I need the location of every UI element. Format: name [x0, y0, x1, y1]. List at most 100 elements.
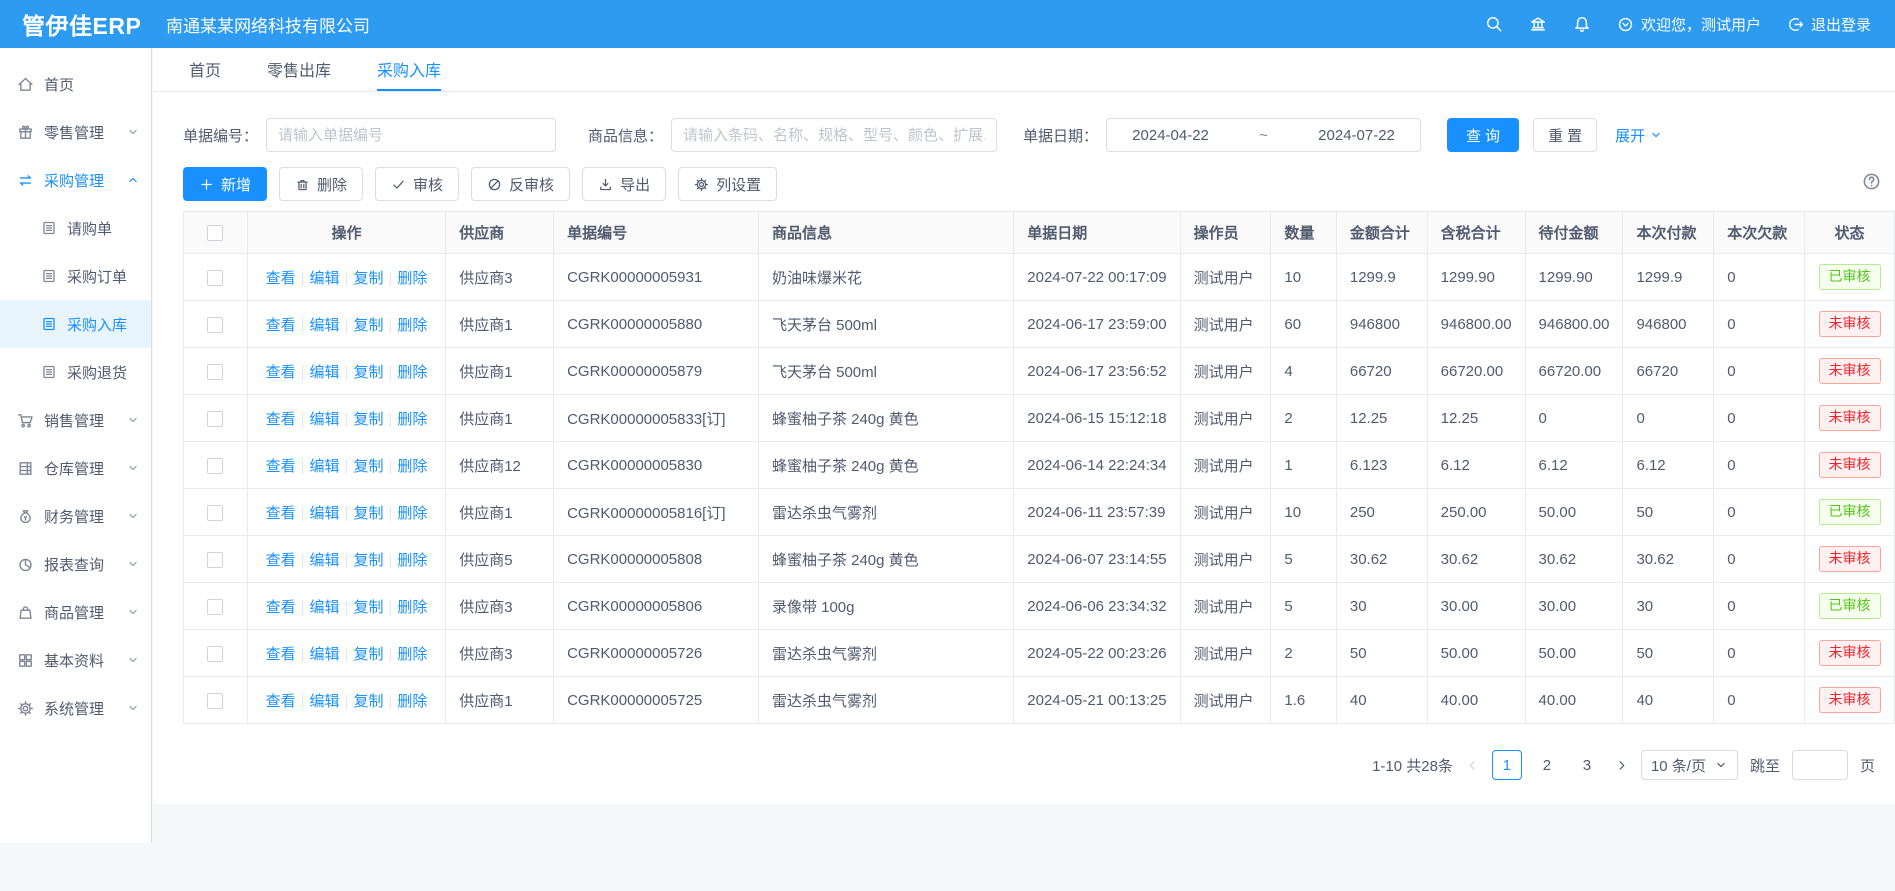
- 删除-link[interactable]: 删除: [397, 505, 427, 522]
- 编辑-link[interactable]: 编辑: [310, 693, 340, 710]
- sidebar-item-label: 采购管理: [44, 170, 104, 191]
- sidebar-item-仓库管理[interactable]: 仓库管理: [0, 444, 151, 492]
- cell-date: 2024-06-17 23:59:00: [1014, 301, 1180, 348]
- tab-零售出库[interactable]: 零售出库: [267, 48, 331, 91]
- 查看-link[interactable]: 查看: [266, 552, 296, 569]
- sidebar-item-零售管理[interactable]: 零售管理: [0, 108, 151, 156]
- 删除-link[interactable]: 删除: [397, 458, 427, 475]
- sidebar-subitem-请购单[interactable]: 请购单: [0, 204, 151, 252]
- 删除-link[interactable]: 删除: [397, 411, 427, 428]
- sidebar-subitem-采购退货[interactable]: 采购退货: [0, 348, 151, 396]
- 删除-link[interactable]: 删除: [397, 552, 427, 569]
- row-checkbox[interactable]: [207, 364, 223, 380]
- 新增-button[interactable]: 新增: [183, 167, 267, 201]
- 删除-link[interactable]: 删除: [397, 693, 427, 710]
- 查看-link[interactable]: 查看: [266, 505, 296, 522]
- 复制-link[interactable]: 复制: [353, 505, 383, 522]
- order-no-input[interactable]: [266, 118, 556, 152]
- 查看-link[interactable]: 查看: [266, 646, 296, 663]
- page-number-3[interactable]: 3: [1572, 750, 1602, 780]
- action-separator: |: [345, 270, 349, 287]
- tab-首页[interactable]: 首页: [189, 48, 221, 91]
- row-checkbox[interactable]: [207, 317, 223, 333]
- 复制-link[interactable]: 复制: [353, 552, 383, 569]
- date-range-picker[interactable]: 2024-04-22 ~ 2024-07-22: [1106, 118, 1421, 152]
- sidebar-item-商品管理[interactable]: 商品管理: [0, 588, 151, 636]
- jump-page-input[interactable]: [1792, 750, 1848, 780]
- logout-button[interactable]: 退出登录: [1787, 14, 1871, 35]
- sidebar-item-报表查询[interactable]: 报表查询: [0, 540, 151, 588]
- page-number-2[interactable]: 2: [1532, 750, 1562, 780]
- 查看-link[interactable]: 查看: [266, 270, 296, 287]
- 复制-link[interactable]: 复制: [353, 458, 383, 475]
- 编辑-link[interactable]: 编辑: [310, 364, 340, 381]
- row-checkbox[interactable]: [207, 270, 223, 286]
- 审核-button[interactable]: 审核: [375, 167, 459, 201]
- bell-icon[interactable]: [1573, 15, 1591, 33]
- 查看-link[interactable]: 查看: [266, 458, 296, 475]
- 编辑-link[interactable]: 编辑: [310, 552, 340, 569]
- 编辑-link[interactable]: 编辑: [310, 458, 340, 475]
- sidebar-item-基本资料[interactable]: 基本资料: [0, 636, 151, 684]
- 编辑-link[interactable]: 编辑: [310, 646, 340, 663]
- trash-icon: [295, 177, 310, 192]
- cell-qty: 5: [1271, 536, 1337, 583]
- help-icon[interactable]: [1862, 172, 1881, 191]
- row-checkbox[interactable]: [207, 599, 223, 615]
- row-checkbox[interactable]: [207, 505, 223, 521]
- sidebar-item-财务管理[interactable]: 财务管理: [0, 492, 151, 540]
- tab-采购入库[interactable]: 采购入库: [377, 48, 441, 91]
- row-checkbox[interactable]: [207, 458, 223, 474]
- row-checkbox[interactable]: [207, 552, 223, 568]
- row-checkbox[interactable]: [207, 693, 223, 709]
- 删除-link[interactable]: 删除: [397, 270, 427, 287]
- 删除-button[interactable]: 删除: [279, 167, 363, 201]
- row-checkbox[interactable]: [207, 411, 223, 427]
- 编辑-link[interactable]: 编辑: [310, 317, 340, 334]
- 删除-link[interactable]: 删除: [397, 599, 427, 616]
- prev-page-icon[interactable]: [1465, 758, 1480, 773]
- 复制-link[interactable]: 复制: [353, 646, 383, 663]
- cell-amount_tax: 50.00: [1427, 630, 1525, 677]
- 列设置-button[interactable]: 列设置: [678, 167, 777, 201]
- sidebar-subitem-采购订单[interactable]: 采购订单: [0, 252, 151, 300]
- 复制-link[interactable]: 复制: [353, 693, 383, 710]
- sidebar-subitem-采购入库[interactable]: 采购入库: [0, 300, 151, 348]
- 查看-link[interactable]: 查看: [266, 364, 296, 381]
- search-icon[interactable]: [1485, 15, 1503, 33]
- 复制-link[interactable]: 复制: [353, 411, 383, 428]
- 查看-link[interactable]: 查看: [266, 411, 296, 428]
- product-info-input[interactable]: [671, 118, 997, 152]
- row-checkbox[interactable]: [207, 646, 223, 662]
- sidebar-item-销售管理[interactable]: 销售管理: [0, 396, 151, 444]
- 查看-link[interactable]: 查看: [266, 693, 296, 710]
- next-page-icon[interactable]: [1614, 758, 1629, 773]
- 编辑-link[interactable]: 编辑: [310, 411, 340, 428]
- page-size-select[interactable]: 10 条/页: [1641, 750, 1738, 780]
- 删除-link[interactable]: 删除: [397, 364, 427, 381]
- 查看-link[interactable]: 查看: [266, 317, 296, 334]
- 删除-link[interactable]: 删除: [397, 646, 427, 663]
- 查看-link[interactable]: 查看: [266, 599, 296, 616]
- 复制-link[interactable]: 复制: [353, 599, 383, 616]
- 复制-link[interactable]: 复制: [353, 364, 383, 381]
- 反审核-button[interactable]: 反审核: [471, 167, 570, 201]
- 复制-link[interactable]: 复制: [353, 270, 383, 287]
- page-number-1[interactable]: 1: [1492, 750, 1522, 780]
- select-all-checkbox[interactable]: [207, 225, 223, 241]
- user-menu[interactable]: 欢迎您，测试用户: [1617, 14, 1761, 35]
- 删除-link[interactable]: 删除: [397, 317, 427, 334]
- 导出-button[interactable]: 导出: [582, 167, 666, 201]
- 复制-link[interactable]: 复制: [353, 317, 383, 334]
- bank-icon[interactable]: [1529, 15, 1547, 33]
- expand-link[interactable]: 展开: [1615, 125, 1663, 146]
- sidebar-item-采购管理[interactable]: 采购管理: [0, 156, 151, 204]
- 编辑-link[interactable]: 编辑: [310, 505, 340, 522]
- 编辑-link[interactable]: 编辑: [310, 599, 340, 616]
- 编辑-link[interactable]: 编辑: [310, 270, 340, 287]
- query-button[interactable]: 查询: [1447, 118, 1519, 152]
- sidebar-item-系统管理[interactable]: 系统管理: [0, 684, 151, 732]
- cell-debt: 0: [1714, 301, 1805, 348]
- sidebar-item-首页[interactable]: 首页: [0, 60, 151, 108]
- reset-button[interactable]: 重置: [1533, 118, 1597, 152]
